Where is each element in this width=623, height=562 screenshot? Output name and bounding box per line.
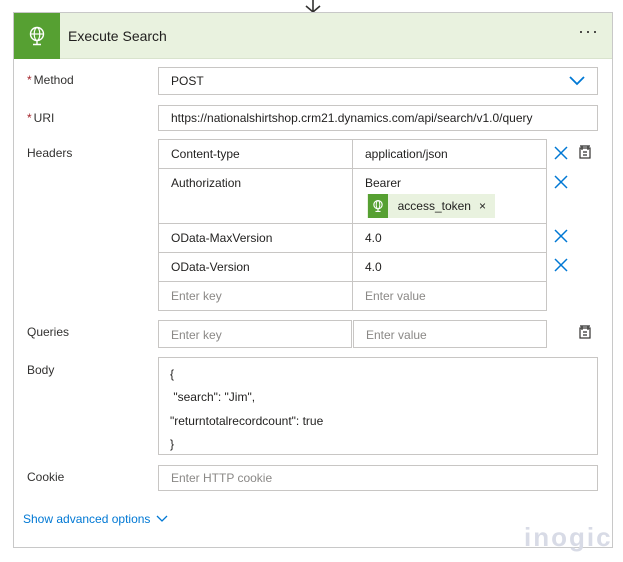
queries-label: Queries	[27, 325, 70, 339]
token-label: access_token	[397, 199, 471, 213]
advanced-options-label: Show advanced options	[23, 512, 151, 526]
chevron-down-icon	[156, 515, 168, 522]
header-key-input[interactable]: Enter key	[158, 281, 353, 311]
required-mark: *	[27, 73, 32, 87]
watermark-logo: inogic	[524, 522, 613, 552]
method-dropdown[interactable]: POST	[158, 67, 598, 95]
header-value-input[interactable]: 4.0	[352, 223, 547, 253]
show-advanced-options-link[interactable]: Show advanced options	[23, 512, 168, 526]
header-value-text: 4.0	[365, 231, 382, 245]
query-key-input[interactable]: Enter key	[158, 320, 352, 348]
uri-input[interactable]: https://nationalshirtshop.crm21.dynamics…	[158, 105, 598, 131]
dynamic-content-token[interactable]: access_token ×	[367, 194, 495, 218]
remove-header-icon[interactable]	[553, 257, 569, 273]
action-title: Execute Search	[68, 28, 167, 44]
header-value-text: Bearer	[365, 176, 402, 190]
query-value-input[interactable]: Enter value	[353, 320, 547, 348]
more-options-button[interactable]: ···	[578, 22, 599, 40]
body-editor[interactable]	[158, 357, 598, 455]
header-key-text: OData-MaxVersion	[171, 231, 273, 245]
cookie-placeholder: Enter HTTP cookie	[171, 471, 273, 485]
header-key-text: Content-type	[171, 147, 240, 161]
cookie-label: Cookie	[27, 470, 65, 484]
remove-header-icon[interactable]	[553, 174, 569, 190]
action-icon-tile	[14, 13, 60, 59]
query-key-placeholder: Enter key	[171, 328, 222, 342]
switch-to-text-mode-icon[interactable]	[577, 324, 593, 340]
header-key-input[interactable]: OData-Version	[158, 252, 353, 282]
header-value-placeholder: Enter value	[365, 289, 426, 303]
globe-icon	[373, 200, 383, 212]
header-key-text: Authorization	[171, 176, 242, 190]
header-value-text: 4.0	[365, 260, 382, 274]
cookie-input[interactable]: Enter HTTP cookie	[158, 465, 598, 491]
headers-label: Headers	[27, 146, 73, 160]
remove-header-icon[interactable]	[553, 145, 569, 161]
header-value-text: application/json	[365, 147, 448, 161]
header-key-text: OData-Version	[171, 260, 250, 274]
body-line: {	[170, 367, 175, 381]
remove-header-icon[interactable]	[553, 228, 569, 244]
header-value-input[interactable]: Enter value	[352, 281, 547, 311]
body-label: Body	[27, 363, 55, 377]
switch-to-text-mode-icon[interactable]	[577, 144, 593, 160]
method-label: * Method	[27, 73, 74, 87]
header-value-input[interactable]: 4.0	[352, 252, 547, 282]
body-line: "returntotalrecordcount": true	[170, 414, 324, 428]
uri-label-text: URI	[33, 111, 55, 125]
globe-icon	[29, 26, 45, 46]
body-line: }	[170, 437, 175, 451]
method-value: POST	[171, 74, 204, 88]
body-line: "search": "Jim",	[170, 390, 256, 404]
header-key-placeholder: Enter key	[171, 289, 222, 303]
token-icon-tile	[368, 194, 388, 218]
header-key-input[interactable]: OData-MaxVersion	[158, 223, 353, 253]
header-key-input[interactable]: Authorization	[158, 168, 353, 224]
query-value-placeholder: Enter value	[366, 328, 427, 342]
header-value-input[interactable]: application/json	[352, 139, 547, 169]
required-mark: *	[27, 111, 32, 125]
chevron-down-icon	[569, 76, 585, 86]
token-remove-button[interactable]: ×	[479, 199, 494, 213]
method-label-text: Method	[33, 73, 74, 87]
uri-value: https://nationalshirtshop.crm21.dynamics…	[171, 111, 533, 125]
uri-label: * URI	[27, 111, 54, 125]
header-key-input[interactable]: Content-type	[158, 139, 353, 169]
